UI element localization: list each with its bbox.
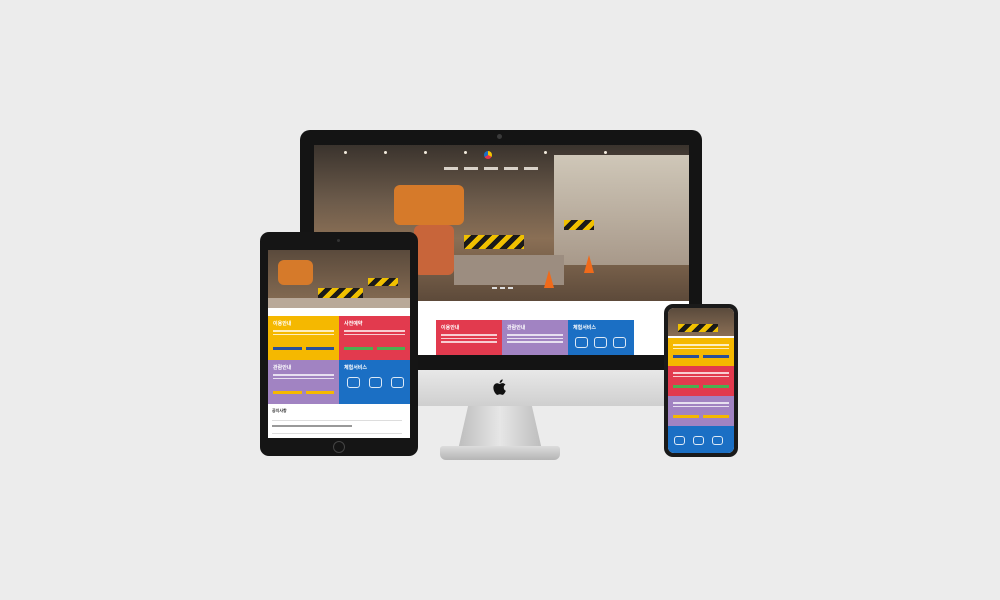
tile-text: [273, 374, 334, 376]
tile-button[interactable]: [273, 391, 302, 394]
nav-item[interactable]: [464, 167, 478, 170]
tile-guide[interactable]: 이용안내: [268, 316, 339, 360]
tile-visit[interactable]: [668, 396, 734, 426]
service-icon[interactable]: [594, 337, 607, 348]
tablet-screen: 이용안내 사전예약 관람안내 체험서비스 공지사항: [268, 250, 410, 438]
camera-icon: [497, 134, 502, 139]
service-icon[interactable]: [347, 377, 360, 388]
nav-item[interactable]: [444, 167, 458, 170]
nav-item[interactable]: [504, 167, 518, 170]
tile-title: 체험서비스: [344, 365, 368, 371]
hero-banner: [668, 308, 734, 336]
nav-item[interactable]: [524, 167, 538, 170]
service-icon[interactable]: [575, 337, 588, 348]
service-icons: [575, 337, 634, 348]
slider-pagination[interactable]: [492, 287, 513, 289]
tile-text: [507, 334, 563, 336]
notice-title: 공지사항: [272, 408, 287, 413]
phone-screen: [668, 308, 734, 453]
tile-button[interactable]: [376, 347, 405, 350]
camera-icon: [337, 239, 340, 242]
tile-text: [273, 377, 334, 379]
tile-title: 이용안내: [273, 321, 292, 327]
tile-reservation[interactable]: [668, 366, 734, 396]
tile-visit[interactable]: 관람안내: [268, 360, 339, 404]
apple-logo-icon: [493, 379, 506, 395]
tile-button[interactable]: [273, 347, 302, 350]
notice-item[interactable]: [272, 425, 352, 427]
tile-text: [441, 341, 497, 343]
tile-text: [441, 337, 497, 339]
tile-reservation[interactable]: 사전예약: [339, 316, 410, 360]
main-nav[interactable]: [444, 167, 538, 170]
service-icon[interactable]: [391, 377, 404, 388]
imac-base: [440, 446, 560, 460]
tile-text: [273, 333, 334, 335]
tile-text: [441, 334, 497, 336]
tile-title: 사전예약: [344, 321, 363, 327]
home-button: [333, 441, 345, 453]
tile-title: 이용안내: [441, 325, 460, 331]
tile-text: [344, 333, 405, 335]
service-icon[interactable]: [613, 337, 626, 348]
tile-experience[interactable]: [668, 426, 734, 453]
tile-text: [273, 330, 334, 332]
tile-title: 관람안내: [507, 325, 526, 331]
info-tile-guide[interactable]: 이용안내: [436, 320, 502, 355]
tile-title: 관람안내: [273, 365, 292, 371]
tile-button[interactable]: [344, 347, 373, 350]
tile-guide[interactable]: [668, 338, 734, 366]
imac-stand: [458, 406, 542, 450]
site-logo-icon[interactable]: [484, 151, 492, 159]
tile-button[interactable]: [305, 391, 334, 394]
tile-text: [507, 337, 563, 339]
tile-title: 체험서비스: [573, 325, 597, 331]
tile-button[interactable]: [305, 347, 334, 350]
tile-experience[interactable]: 체험서비스: [339, 360, 410, 404]
info-tile-experience[interactable]: 체험서비스: [568, 320, 634, 355]
service-icon[interactable]: [369, 377, 382, 388]
info-tile-visit[interactable]: 관람안내: [502, 320, 568, 355]
tile-text: [507, 341, 563, 343]
hero-banner: [268, 250, 410, 308]
nav-item[interactable]: [484, 167, 498, 170]
tile-text: [344, 330, 405, 332]
